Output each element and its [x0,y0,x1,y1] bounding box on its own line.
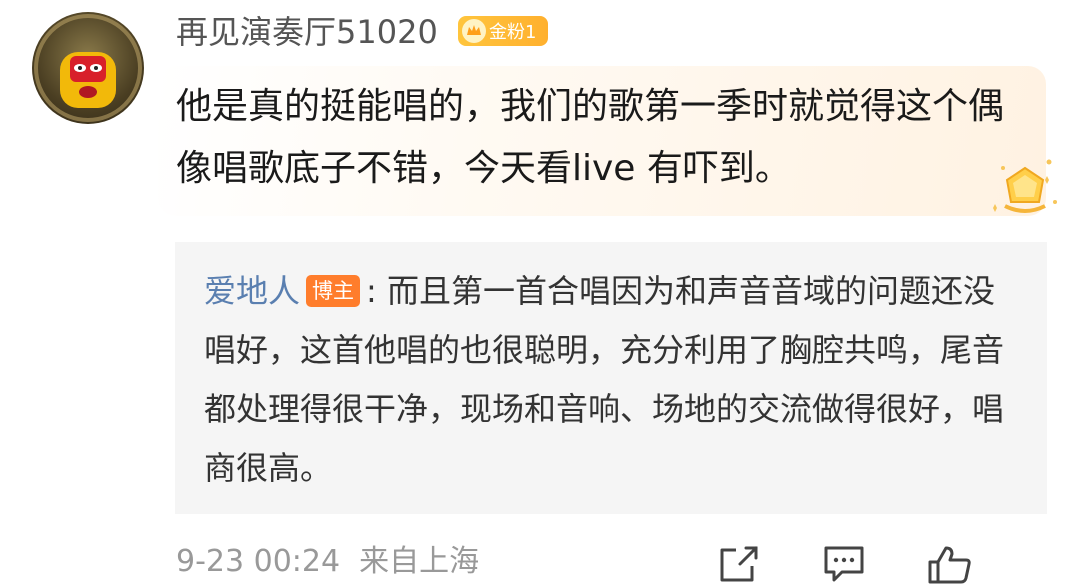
fan-level-label: 金粉1 [489,22,537,43]
comment-meta: 9-23 00:24 来自上海 [176,542,479,582]
comment-date: 9-23 00:24 [176,544,341,579]
avatar[interactable] [32,12,144,124]
crown-icon [462,19,486,43]
comment-text: 他是真的挺能唱的，我们的歌第一季时就觉得这个偶像唱歌底子不错，今天看live 有… [176,86,1005,189]
comment-icon[interactable] [822,544,866,584]
like-icon[interactable] [926,544,974,584]
username[interactable]: 再见演奏厅51020 [176,10,438,54]
blogger-badge: 博主 [306,275,361,307]
gold-badge-decoration-icon [993,159,1057,213]
share-icon[interactable] [716,544,760,584]
reply-separator: : [366,272,387,310]
comment-location: 来自上海 [359,544,480,579]
reply-content: 爱地人 博主: 而且第一首合唱因为和声音音域的问题还没唱好，这首他唱的也很聪明，充… [204,262,1014,498]
fan-level-badge: 金粉1 [458,16,548,46]
reply-author[interactable]: 爱地人 [204,272,300,310]
